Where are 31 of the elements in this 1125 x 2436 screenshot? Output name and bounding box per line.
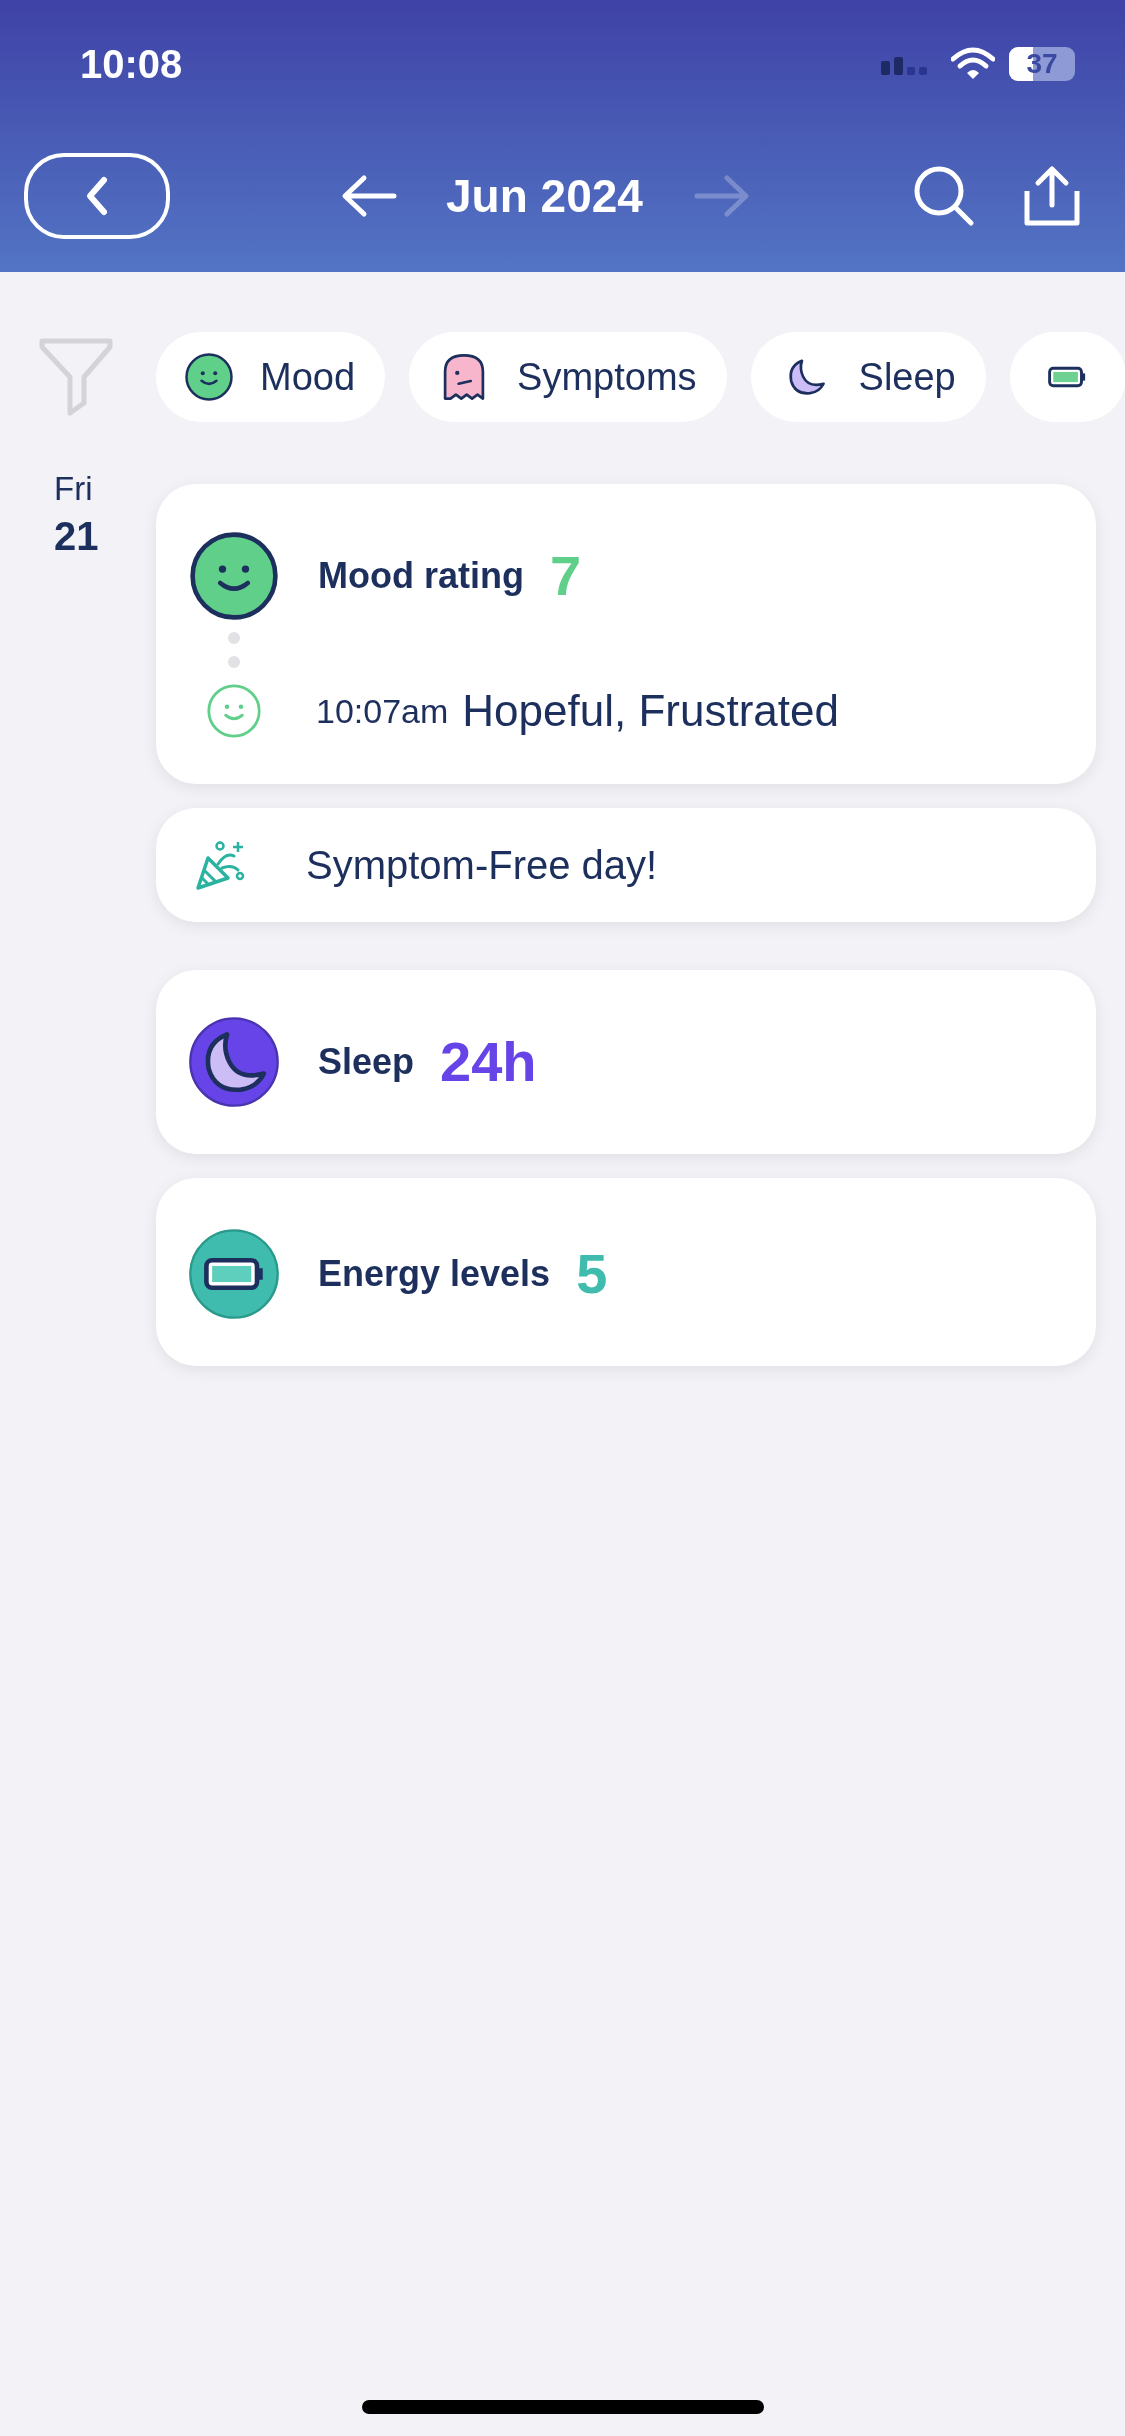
message-text: Symptom-Free day!: [306, 842, 658, 889]
connector-dots: [228, 632, 240, 668]
entry-title: Sleep: [318, 1040, 415, 1084]
entry-card[interactable]: Energy levels 5: [156, 1178, 1096, 1366]
filter-chip[interactable]: Sleep: [750, 332, 986, 422]
smiley-icon: [184, 352, 234, 402]
arrow-left-icon: [340, 174, 398, 218]
status-time: 10:08: [80, 41, 183, 88]
entry-title: Mood rating: [318, 554, 524, 598]
wifi-icon: [951, 47, 995, 81]
smiley-icon: [188, 530, 280, 622]
filter-chip[interactable]: Symptoms: [409, 332, 727, 422]
moon-icon: [188, 1016, 280, 1108]
smiley-icon: [206, 683, 262, 739]
battery-icon: [188, 1228, 280, 1320]
date-label: 21: [54, 513, 99, 558]
note-text: Hopeful, Frustrated: [462, 685, 839, 737]
arrow-right-icon: [692, 174, 751, 218]
entry-value: 5: [576, 1241, 608, 1307]
entry-card[interactable]: Sleep 24h: [156, 970, 1096, 1154]
entry-card[interactable]: Mood rating 7 10:07am Hopeful, Frustrated: [156, 484, 1096, 784]
entry-title: Energy levels: [318, 1252, 551, 1296]
month-title: Jun 2024: [446, 168, 643, 224]
entry-value: 7: [549, 543, 582, 609]
share-icon: [1023, 165, 1081, 227]
filter-chip[interactable]: [1009, 332, 1125, 422]
back-button[interactable]: [24, 153, 170, 239]
entry-value: 24h: [440, 1029, 537, 1095]
filter-chip[interactable]: Mood: [156, 332, 386, 422]
note-time: 10:07am: [316, 690, 449, 732]
weekday-label: Fri: [54, 469, 93, 509]
